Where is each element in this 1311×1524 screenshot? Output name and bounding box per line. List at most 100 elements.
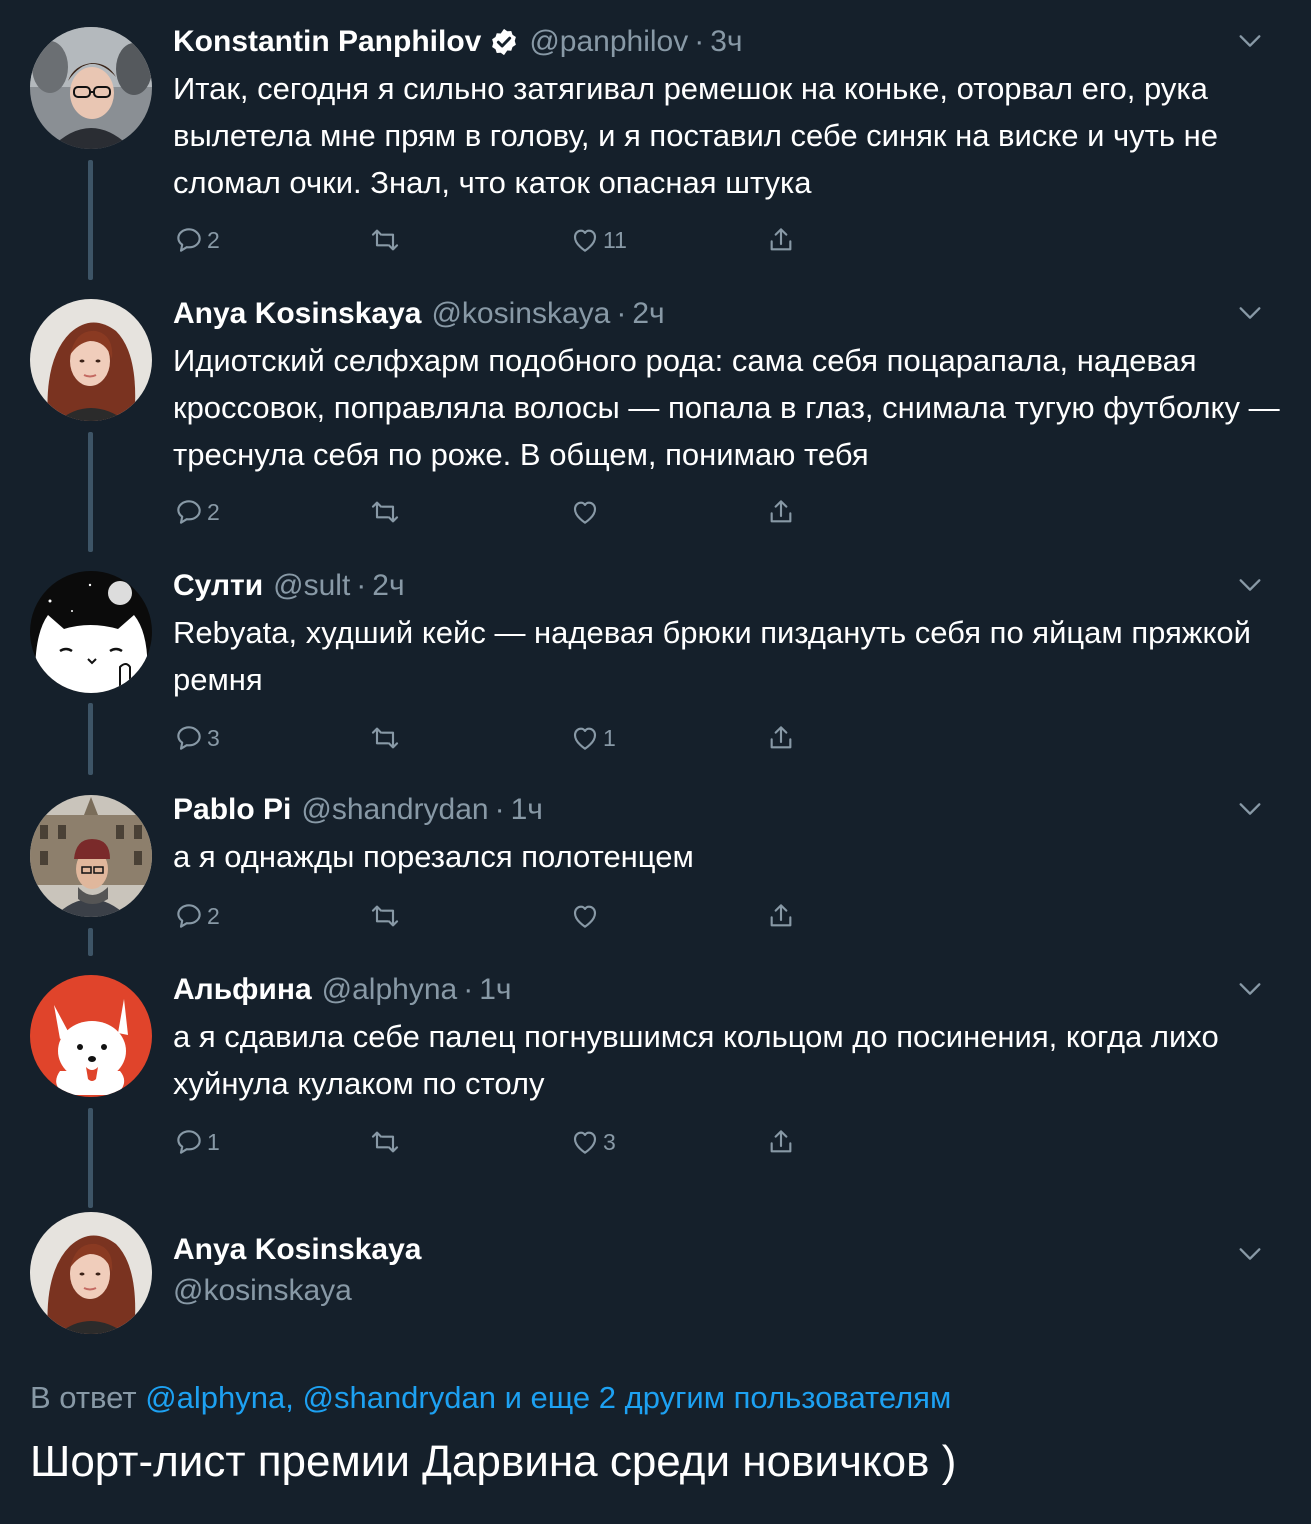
retweet-icon: [371, 1131, 399, 1153]
share-button[interactable]: [765, 1124, 797, 1160]
like-button[interactable]: 1: [569, 720, 616, 756]
chevron-down-icon[interactable]: [1236, 571, 1264, 599]
like-count: 3: [603, 1128, 616, 1155]
reply-count: 1: [207, 1128, 220, 1155]
retweet-button[interactable]: [369, 898, 403, 934]
reply-button[interactable]: 2: [173, 898, 220, 934]
tweet-text: Rebyata, худший кейс — надевая брюки пиз…: [173, 615, 1251, 697]
author-name[interactable]: Султи: [173, 569, 263, 603]
reply-context: В ответ @alphyna, @shandrydan и еще 2 др…: [30, 1380, 951, 1416]
tweet[interactable]: Султи @sult · 2ч Rebyata, худший кейс — …: [0, 544, 1311, 776]
tweet-text: а я однажды порезался полотенцем: [173, 839, 694, 874]
like-button[interactable]: [569, 898, 603, 934]
share-icon: [770, 726, 792, 749]
tweet-text: Итак, сегодня я сильно затягивал ремешок…: [173, 71, 1218, 200]
reply-mentions-link[interactable]: @alphyna, @shandrydan и еще 2 другим пол…: [145, 1380, 951, 1415]
timestamp[interactable]: 2ч: [632, 297, 664, 331]
reply-icon: [177, 228, 201, 252]
author-handle[interactable]: @shandrydan: [301, 793, 488, 827]
reply-count: 2: [207, 498, 220, 525]
reply-icon: [177, 1130, 201, 1154]
like-button[interactable]: [569, 494, 603, 530]
avatar[interactable]: [30, 795, 152, 917]
reply-count: 2: [207, 226, 220, 253]
author-handle[interactable]: @alphyna: [322, 973, 458, 1007]
separator-dot: ·: [494, 793, 505, 826]
avatar[interactable]: [30, 299, 152, 421]
heart-icon: [573, 727, 597, 750]
tweet-actions: 2 11: [173, 222, 833, 258]
author-name[interactable]: Pablo Pi: [173, 793, 291, 827]
tweet-actions: 2: [173, 494, 833, 530]
timestamp[interactable]: 1ч: [479, 973, 511, 1007]
avatar[interactable]: [30, 1212, 152, 1334]
author-name[interactable]: Anya Kosinskaya: [173, 297, 421, 331]
main-tweet-text: Шорт-лист премии Дарвина среди новичков …: [30, 1437, 957, 1486]
verified-badge-icon: [489, 27, 519, 57]
like-count: 1: [603, 724, 616, 751]
reply-button[interactable]: 3: [173, 720, 220, 756]
tweet[interactable]: Альфина @alphyna · 1ч а я сдавила себе п…: [0, 948, 1311, 1208]
retweet-button[interactable]: [369, 1124, 403, 1160]
heart-icon: [573, 905, 597, 928]
like-button[interactable]: 3: [569, 1124, 616, 1160]
timestamp[interactable]: 2ч: [372, 569, 404, 603]
share-icon: [770, 500, 792, 523]
reply-icon: [177, 904, 201, 928]
share-button[interactable]: [765, 720, 797, 756]
share-icon: [770, 228, 792, 251]
share-icon: [770, 1130, 792, 1153]
reply-button[interactable]: 2: [173, 494, 220, 530]
retweet-icon: [371, 229, 399, 251]
avatar[interactable]: [30, 571, 152, 693]
timestamp[interactable]: 3ч: [710, 25, 742, 59]
author-name[interactable]: Konstantin Panphilov: [173, 25, 481, 59]
reply-prefix: В ответ: [30, 1380, 146, 1415]
author-handle[interactable]: @sult: [273, 569, 350, 603]
like-button[interactable]: 11: [569, 222, 627, 258]
like-count: 11: [603, 226, 627, 253]
tweet[interactable]: Pablo Pi @shandrydan · 1ч а я однажды по…: [0, 768, 1311, 956]
heart-icon: [573, 501, 597, 524]
reply-button[interactable]: 1: [173, 1124, 220, 1160]
chevron-down-icon[interactable]: [1236, 27, 1264, 55]
reply-button[interactable]: 2: [173, 222, 220, 258]
chevron-down-icon[interactable]: [1236, 795, 1264, 823]
retweet-icon: [371, 905, 399, 927]
tweet-actions: 3 1: [173, 720, 833, 756]
tweet[interactable]: Konstantin Panphilov @panphilov · 3ч Ита…: [0, 0, 1311, 280]
share-button[interactable]: [765, 898, 797, 934]
author-handle[interactable]: @panphilov: [529, 25, 688, 59]
reply-icon: [177, 726, 201, 750]
chevron-down-icon[interactable]: [1236, 1240, 1264, 1268]
author-handle[interactable]: @kosinskaya: [431, 297, 610, 331]
share-button[interactable]: [765, 494, 797, 530]
tweet-actions: 1 3: [173, 1124, 833, 1160]
author-name[interactable]: Anya Kosinskaya: [173, 1233, 421, 1267]
retweet-icon: [371, 727, 399, 749]
avatar[interactable]: [30, 975, 152, 1097]
heart-icon: [573, 1131, 597, 1154]
avatar[interactable]: [30, 27, 152, 149]
separator-dot: ·: [463, 973, 474, 1006]
share-button[interactable]: [765, 222, 797, 258]
heart-icon: [573, 229, 597, 252]
retweet-button[interactable]: [369, 222, 403, 258]
reply-count: 2: [207, 902, 220, 929]
tweet[interactable]: Anya Kosinskaya @kosinskaya · 2ч Идиотск…: [0, 272, 1311, 552]
chevron-down-icon[interactable]: [1236, 975, 1264, 1003]
retweet-icon: [371, 501, 399, 523]
reply-count: 3: [207, 724, 220, 751]
author-handle[interactable]: @kosinskaya: [173, 1274, 352, 1308]
tweet-text: а я сдавила себе палец погнувшимся кольц…: [173, 1019, 1219, 1101]
author-name[interactable]: Альфина: [173, 973, 312, 1007]
reply-icon: [177, 500, 201, 524]
timestamp[interactable]: 1ч: [511, 793, 543, 827]
separator-dot: ·: [694, 25, 705, 58]
chevron-down-icon[interactable]: [1236, 299, 1264, 327]
retweet-button[interactable]: [369, 720, 403, 756]
retweet-button[interactable]: [369, 494, 403, 530]
share-icon: [770, 904, 792, 927]
tweet-text: Идиотский селфхарм подобного рода: сама …: [173, 343, 1280, 472]
separator-dot: ·: [356, 569, 367, 602]
